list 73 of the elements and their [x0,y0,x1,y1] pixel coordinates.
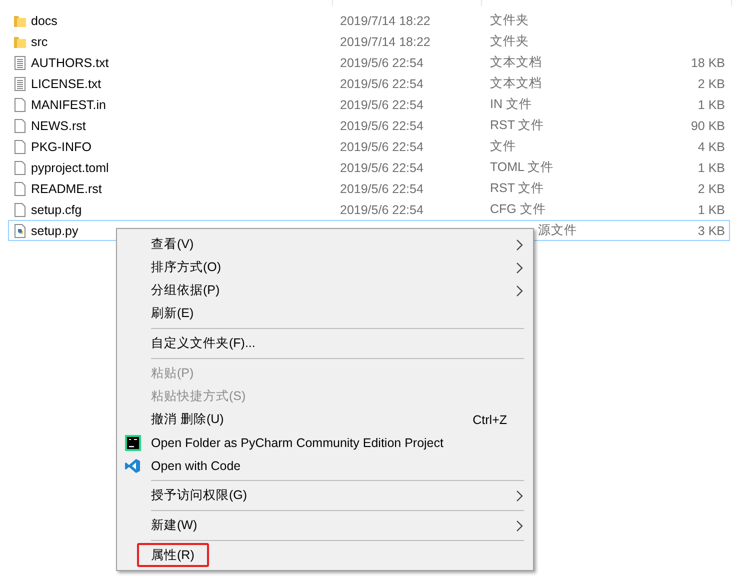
file-row[interactable]: src 2019/7/14 18:22 文件夹 [8,31,730,52]
file-type: 文件夹 [490,34,529,48]
modified-date: 2019/5/6 22:54 [340,202,424,216]
file-size: 2 KB [696,76,725,90]
modified-date: 2019/5/6 22:54 [340,182,424,196]
menu-item[interactable]: 授予访问权限(G) [117,484,533,507]
menu-item[interactable]: 自定义文件夹(F)... [117,332,533,355]
modified-date: 2019/5/6 22:54 [340,118,424,132]
file-size: 3 KB [696,224,725,238]
menu-item[interactable]: 刷新(E) [117,302,533,325]
menu-item[interactable]: 排序方式(O) [117,256,533,279]
menu-item[interactable]: 属性(R) [117,544,533,567]
file-row[interactable]: AUTHORS.txt 2019/5/6 22:54 文本文档 18 KB [8,52,730,73]
file-name: AUTHORS.txt [31,56,109,70]
file-row[interactable]: pyproject.toml 2019/5/6 22:54 TOML 文件 1 KB [8,157,730,178]
file-name: NEWS.rst [31,118,86,132]
file-type: 文本文档 [490,76,542,90]
file-type: IN 文件 [490,97,532,111]
file-type: 源文件 [537,223,577,237]
file-size: 1 KB [696,202,725,216]
menu-item[interactable]: 新建(W) [117,514,533,537]
menu-item[interactable]: 分组依据(P) [117,279,533,302]
file-icon [12,96,28,112]
file-icon [12,202,28,218]
modified-date: 2019/5/6 22:54 [340,76,424,90]
file-type: TOML 文件 [490,160,554,174]
file-size: 90 KB [690,118,725,132]
text-file-icon [12,76,28,92]
menu-item[interactable]: Open with Code [117,454,533,477]
file-size: 1 KB [696,98,725,112]
file-name: pyproject.toml [31,160,109,174]
modified-date: 2019/7/14 18:22 [340,34,430,48]
file-type: 文件夹 [490,13,529,27]
file-size: 2 KB [696,182,725,196]
file-icon [12,118,28,134]
file-type: 文件 [490,139,516,153]
modified-date: 2019/5/6 22:54 [340,98,424,112]
file-type: 文本文档 [490,55,542,69]
file-name: setup.cfg [31,202,82,216]
modified-date: 2019/5/6 22:54 [340,140,424,154]
file-size: 4 KB [696,140,725,154]
modified-date: 2019/7/14 18:22 [340,14,430,28]
file-type: RST 文件 [490,118,544,132]
modified-date: 2019/5/6 22:54 [340,56,424,70]
file-name: PKG-INFO [31,140,92,154]
file-size: 1 KB [696,160,725,174]
file-row[interactable]: PKG-INFO 2019/5/6 22:54 文件 4 KB [8,136,730,157]
file-row[interactable]: docs 2019/7/14 18:22 文件夹 [8,10,730,31]
python-file-icon [12,222,28,238]
vscode-icon [125,458,141,474]
text-file-icon [12,54,28,70]
file-name: src [31,34,48,48]
file-name: docs [31,14,58,28]
file-icon [12,180,28,196]
file-row[interactable]: README.rst 2019/5/6 22:54 RST 文件 2 KB [8,178,730,199]
file-type: CFG 文件 [490,202,546,216]
file-name: LICENSE.txt [31,76,102,90]
file-row[interactable]: LICENSE.txt 2019/5/6 22:54 文本文档 2 KB [8,73,730,94]
file-row[interactable]: MANIFEST.in 2019/5/6 22:54 IN 文件 1 KB [8,94,730,115]
file-name: README.rst [31,182,102,196]
file-type: RST 文件 [490,181,544,195]
menu-item[interactable]: 撤消 删除(U) Ctrl+Z [117,408,533,431]
file-icon [12,160,28,176]
pycharm-icon [125,434,141,450]
file-size: 18 KB [690,56,725,70]
file-row[interactable]: NEWS.rst 2019/5/6 22:54 RST 文件 90 KB [8,115,730,136]
file-row[interactable]: setup.cfg 2019/5/6 22:54 CFG 文件 1 KB [8,199,730,220]
highlight-box: 属性(R) [137,543,210,567]
file-icon [12,138,28,154]
file-name: MANIFEST.in [31,98,106,112]
file-name: setup.py [31,224,78,238]
menu-item[interactable]: Open Folder as PyCharm Community Edition Project [117,431,533,454]
modified-date: 2019/5/6 22:54 [340,160,424,174]
